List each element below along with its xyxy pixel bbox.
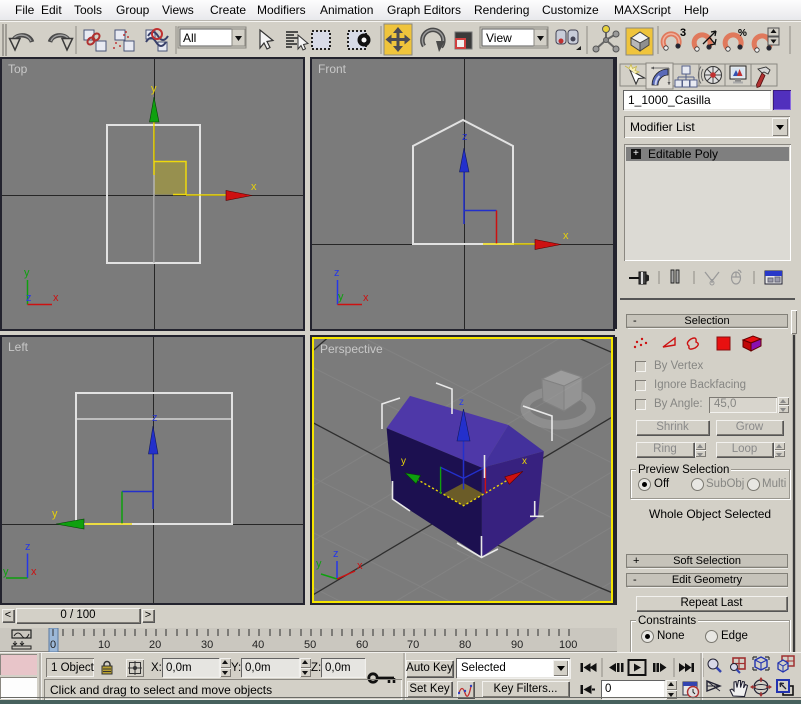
svg-text:x: x [53, 292, 59, 304]
svg-text:x: x [31, 566, 37, 578]
svg-text:10: 10 [98, 639, 110, 651]
svg-text:90: 90 [511, 639, 523, 651]
svg-text:z: z [459, 397, 464, 408]
svg-text:z: z [462, 131, 468, 143]
svg-text:Left: Left [8, 340, 29, 354]
svg-text:x: x [522, 456, 527, 467]
svg-text:z: z [25, 541, 31, 553]
svg-text:Top: Top [8, 62, 28, 76]
svg-text:z: z [26, 292, 32, 304]
svg-text:100: 100 [559, 639, 577, 651]
svg-text:View: View [486, 31, 512, 45]
svg-text:70: 70 [407, 639, 419, 651]
svg-text:x: x [363, 292, 369, 304]
svg-text:z: z [152, 412, 158, 424]
svg-text:y: y [24, 267, 30, 279]
svg-text:40: 40 [252, 639, 264, 651]
svg-text:y: y [338, 291, 344, 303]
svg-text:3: 3 [680, 27, 686, 39]
svg-text:80: 80 [459, 639, 471, 651]
svg-text:Perspective: Perspective [320, 342, 383, 356]
svg-text:x: x [357, 560, 363, 572]
svg-text:y: y [3, 566, 9, 578]
svg-text:50: 50 [304, 639, 316, 651]
svg-text:%: % [738, 28, 747, 39]
svg-text:y: y [401, 456, 406, 467]
svg-text:60: 60 [356, 639, 368, 651]
svg-text:z: z [334, 267, 340, 279]
svg-text:y: y [52, 508, 58, 520]
svg-text:z: z [333, 548, 339, 560]
svg-text:x: x [563, 230, 569, 242]
svg-text:y: y [151, 83, 157, 95]
svg-text:30: 30 [201, 639, 213, 651]
svg-text:Front: Front [318, 62, 347, 76]
svg-text:0: 0 [50, 639, 56, 651]
svg-text:All: All [183, 31, 196, 45]
svg-text:20: 20 [149, 639, 161, 651]
svg-text:y: y [316, 558, 322, 570]
svg-text:x: x [251, 181, 257, 193]
